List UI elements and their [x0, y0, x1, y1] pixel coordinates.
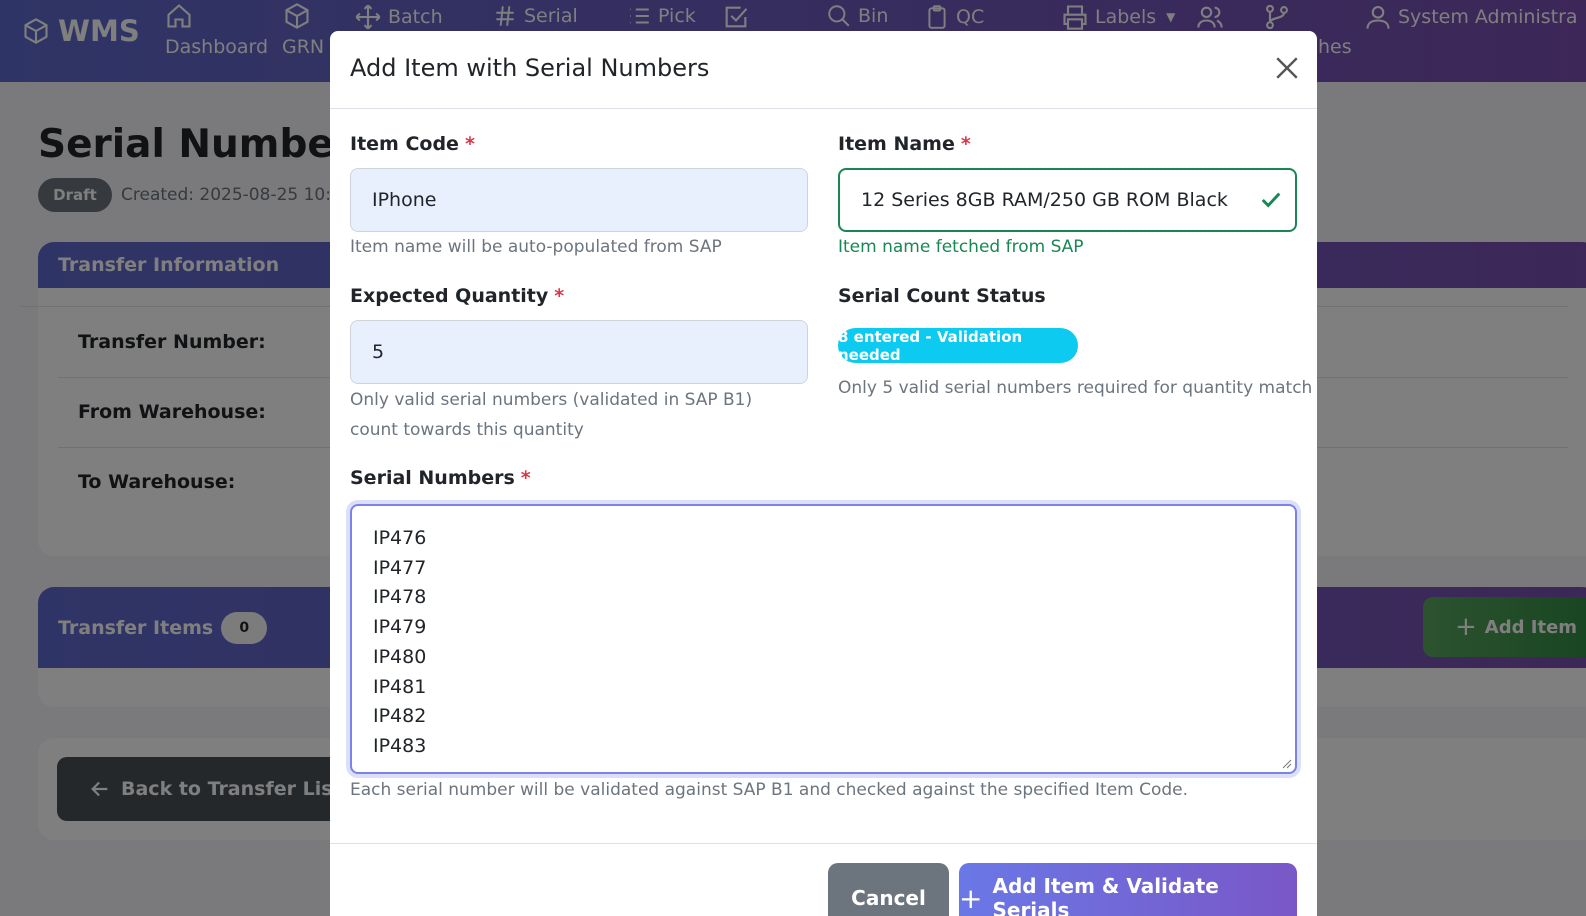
modal-header: Add Item with Serial Numbers — [330, 31, 1317, 109]
close-icon[interactable] — [1274, 55, 1300, 81]
add-item-validate-label: Add Item & Validate Serials — [992, 874, 1219, 916]
required-marker: * — [464, 133, 475, 155]
serial-numbers-textarea[interactable]: IP476 IP477 IP478 IP479 IP480 IP481 IP48… — [350, 504, 1297, 774]
serial-line: IP483 — [373, 734, 427, 757]
item-code-help: Item name will be auto-populated from SA… — [350, 237, 722, 257]
check-icon — [1261, 192, 1281, 208]
expected-quantity-label: Expected Quantity * — [350, 285, 564, 307]
serial-count-status-label: Serial Count Status — [838, 285, 1046, 307]
expected-quantity-label-text: Expected Quantity — [350, 285, 549, 307]
serial-line: IP476 — [373, 527, 427, 549]
resize-handle-icon[interactable] — [1282, 759, 1292, 769]
item-name-help: Item name fetched from SAP — [838, 237, 1084, 257]
serial-numbers-label-text: Serial Numbers — [350, 467, 515, 489]
add-item-validate-button[interactable]: + Add Item & Validate Serials — [959, 863, 1297, 916]
serial-line: IP477 — [373, 556, 427, 579]
expected-quantity-help: Only valid serial numbers (validated in … — [350, 390, 753, 440]
plus-icon: + — [959, 881, 983, 915]
serial-line: IP479 — [373, 616, 427, 639]
required-marker: * — [554, 285, 565, 307]
serial-line: IP478 — [373, 586, 427, 609]
item-code-label: Item Code * — [350, 133, 475, 155]
cancel-button[interactable]: Cancel — [828, 863, 949, 916]
item-name-label: Item Name * — [838, 133, 971, 155]
serial-numbers-help: Each serial number will be validated aga… — [350, 780, 1189, 800]
serial-line: IP482 — [373, 705, 427, 728]
serial-numbers-label: Serial Numbers * — [350, 467, 531, 489]
serial-count-help: Only 5 valid serial numbers required for… — [838, 378, 1313, 398]
item-name-input[interactable]: 12 Series 8GB RAM/250 GB ROM Black — [838, 168, 1297, 232]
serial-line: IP480 — [373, 645, 427, 668]
required-marker: * — [960, 133, 971, 155]
item-name-value: 12 Series 8GB RAM/250 GB ROM Black — [861, 189, 1228, 211]
item-code-label-text: Item Code — [350, 133, 459, 155]
modal-footer-divider — [330, 843, 1317, 844]
expected-quantity-input[interactable]: 5 — [350, 320, 808, 384]
serial-line: IP481 — [373, 675, 427, 698]
item-name-label-text: Item Name — [838, 133, 955, 155]
add-item-modal: Add Item with Serial Numbers Item Code * … — [330, 31, 1317, 916]
serial-count-badge: 8 entered - Validation needed — [838, 328, 1078, 364]
modal-title: Add Item with Serial Numbers — [350, 54, 710, 82]
required-marker: * — [520, 467, 531, 489]
item-code-input[interactable]: IPhone — [350, 168, 808, 232]
